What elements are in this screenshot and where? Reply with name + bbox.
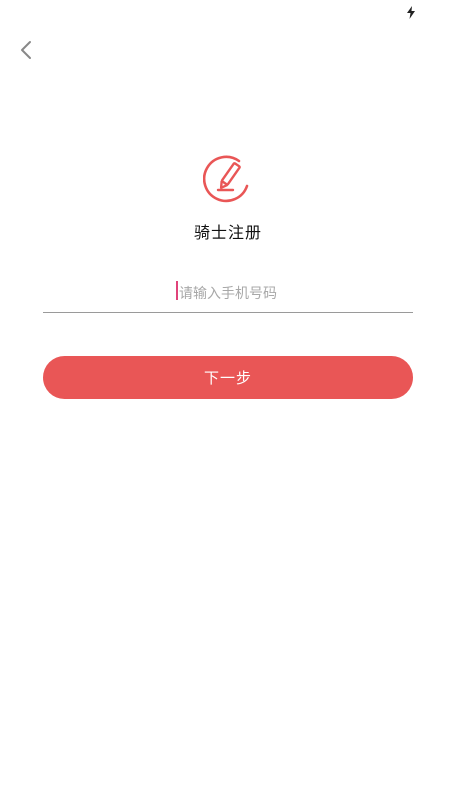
phone-field[interactable]	[43, 276, 413, 313]
charging-icon	[407, 6, 415, 19]
pencil-circle-icon	[203, 155, 249, 203]
page-title: 骑士注册	[193, 223, 262, 242]
back-button[interactable]	[10, 34, 42, 66]
text-caret	[176, 281, 178, 300]
next-button[interactable]: 下一步	[43, 356, 413, 399]
status-bar	[0, 0, 456, 24]
chevron-left-icon	[21, 41, 31, 59]
phone-input[interactable]	[43, 276, 413, 312]
